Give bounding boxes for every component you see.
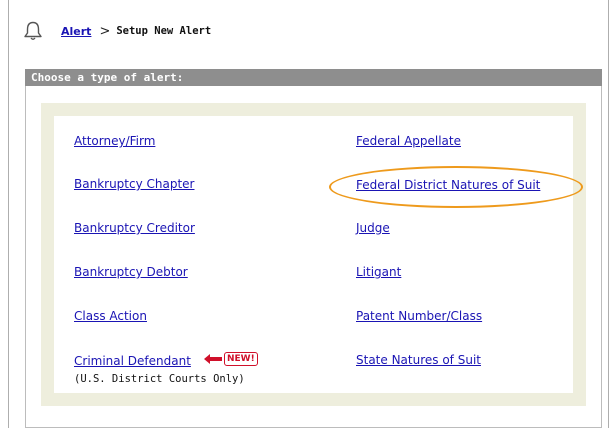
alert-type-class-action[interactable]: Class Action [74,309,147,323]
breadcrumb-alert-link[interactable]: Alert [61,25,91,38]
bell-icon [24,21,42,40]
section-header: Choose a type of alert: [25,69,602,86]
alert-type-bankruptcy-chapter[interactable]: Bankruptcy Chapter [74,177,195,191]
alert-type-judge[interactable]: Judge [356,221,390,235]
new-badge-label: NEW! [224,352,258,366]
breadcrumb-separator: > [99,23,111,39]
alert-type-litigant[interactable]: Litigant [356,265,401,279]
alert-type-patent-number-class[interactable]: Patent Number/Class [356,309,482,323]
alert-type-federal-district-natures-of-suit[interactable]: Federal District Natures of Suit [356,178,540,192]
alert-type-state-natures-of-suit[interactable]: State Natures of Suit [356,353,481,367]
alert-type-criminal-defendant[interactable]: Criminal Defendant [74,354,191,368]
page-title: Setup New Alert [116,25,212,37]
arrow-left-icon [204,354,222,364]
breadcrumb: Alert > Setup New Alert [22,19,211,43]
new-badge: NEW! [203,352,258,366]
criminal-defendant-note: (U.S. District Courts Only) [74,373,245,385]
alert-type-bankruptcy-debtor[interactable]: Bankruptcy Debtor [74,265,188,279]
alert-type-attorney-firm[interactable]: Attorney/Firm [74,134,155,148]
alert-type-bankruptcy-creditor[interactable]: Bankruptcy Creditor [74,221,195,235]
alert-type-federal-appellate[interactable]: Federal Appellate [356,134,461,148]
